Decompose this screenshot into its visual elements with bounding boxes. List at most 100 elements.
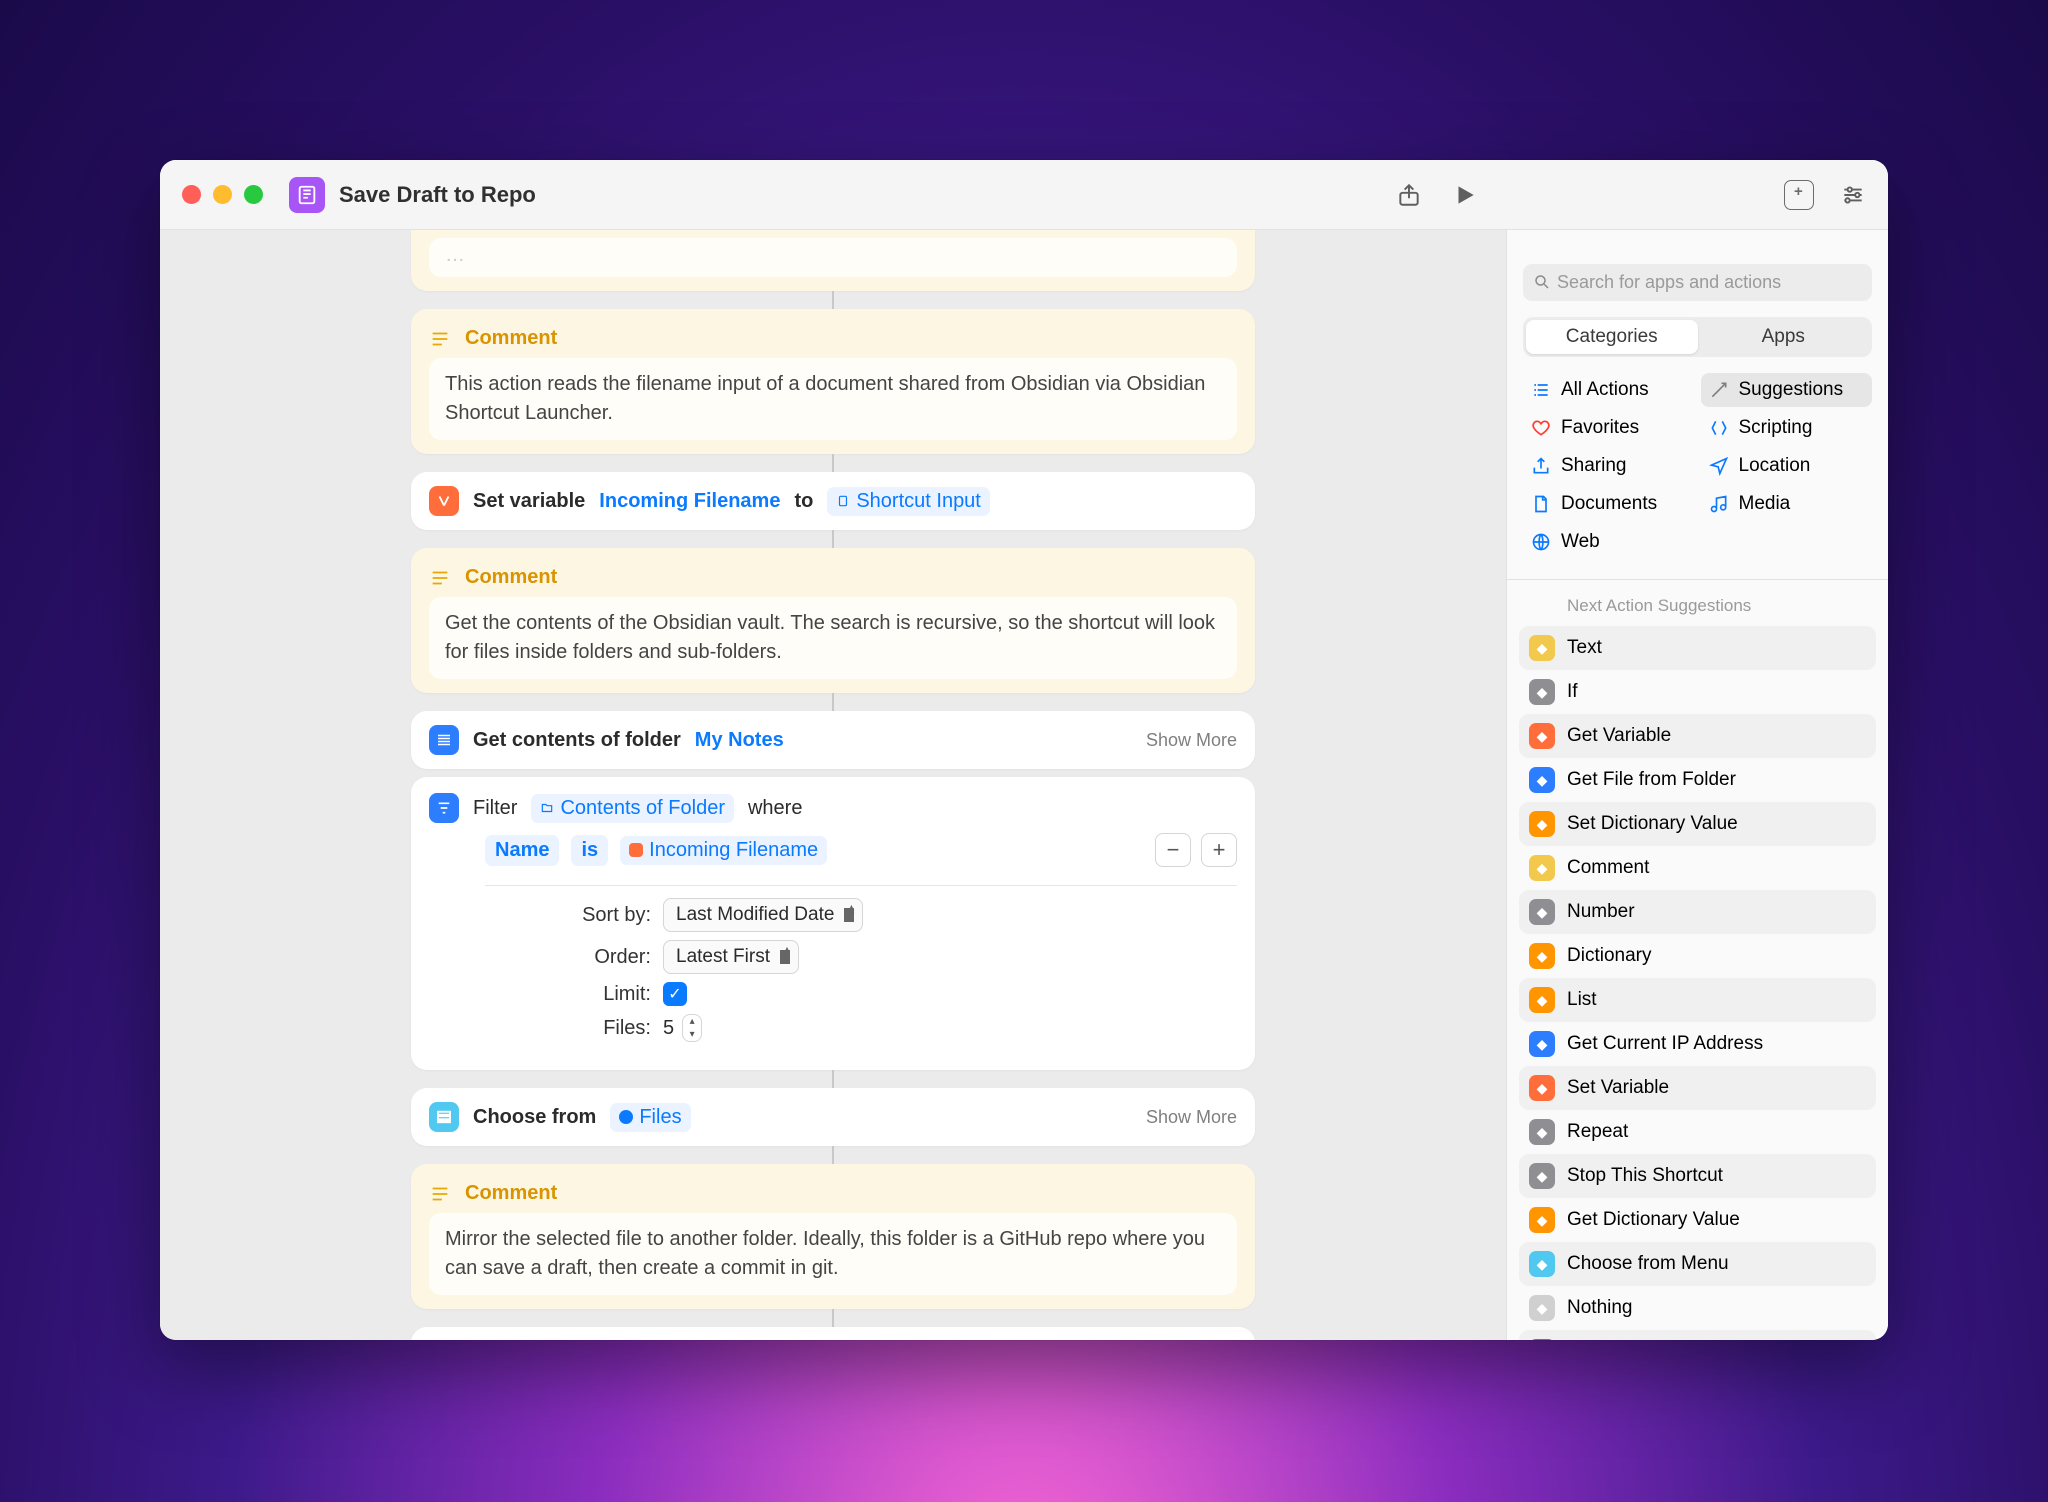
- action-icon: ◆: [1529, 1119, 1555, 1145]
- suggestion-list[interactable]: ◆List: [1519, 978, 1876, 1022]
- category-location[interactable]: Location: [1701, 449, 1873, 483]
- folder-token-icon: [540, 801, 554, 815]
- limit-label: Limit:: [485, 983, 651, 1006]
- suggestion-set-dictionary-value[interactable]: ◆Set Dictionary Value: [1519, 802, 1876, 846]
- show-more-button[interactable]: Show More: [1146, 1107, 1237, 1128]
- limit-checkbox[interactable]: ✓: [663, 982, 687, 1006]
- comment-card[interactable]: Comment Mirror the selected file to anot…: [411, 1164, 1255, 1309]
- action-label: Set variable: [473, 490, 585, 513]
- search-input[interactable]: [1523, 264, 1872, 301]
- library-icon[interactable]: [1784, 180, 1814, 210]
- suggestion-number[interactable]: ◆Number: [1519, 890, 1876, 934]
- suggestion-nothing[interactable]: ◆Nothing: [1519, 1286, 1876, 1330]
- settings-sliders-icon[interactable]: [1840, 182, 1866, 208]
- comment-icon: [429, 328, 451, 350]
- suggestion-if[interactable]: ◆If: [1519, 670, 1876, 714]
- suggestion-get-dictionary-value[interactable]: ◆Get Dictionary Value: [1519, 1198, 1876, 1242]
- variable-name-token[interactable]: Incoming Filename: [599, 490, 780, 513]
- add-criteria-button[interactable]: +: [1201, 833, 1237, 867]
- action-icon: ◆: [1529, 943, 1555, 969]
- action-icon: ◆: [1529, 855, 1555, 881]
- files-token[interactable]: Files: [610, 1103, 690, 1132]
- action-icon: ◆: [1529, 1163, 1555, 1189]
- share-icon[interactable]: [1396, 182, 1422, 208]
- comment-label: Comment: [465, 327, 557, 350]
- show-more-button[interactable]: Show More: [1146, 730, 1237, 751]
- shortcut-title[interactable]: Save Draft to Repo: [339, 182, 536, 208]
- shortcut-app-icon: [289, 177, 325, 213]
- segment-apps[interactable]: Apps: [1698, 320, 1870, 354]
- suggestion-text[interactable]: ◆Text: [1519, 626, 1876, 670]
- category-favorites[interactable]: Favorites: [1523, 411, 1695, 445]
- action-icon: ◆: [1529, 1251, 1555, 1277]
- input-icon: [836, 494, 850, 508]
- suggestion-comment[interactable]: ◆Comment: [1519, 846, 1876, 890]
- sortby-select[interactable]: Last Modified Date▴▾: [663, 898, 863, 932]
- comment-card[interactable]: Comment This action reads the filename i…: [411, 309, 1255, 454]
- filter-target-token[interactable]: Contents of Folder: [531, 794, 734, 823]
- category-sharing[interactable]: Sharing: [1523, 449, 1695, 483]
- category-all-actions[interactable]: All Actions: [1523, 373, 1695, 407]
- action-label: Get contents of folder: [473, 729, 681, 752]
- comment-text[interactable]: This action reads the filename input of …: [429, 358, 1237, 440]
- suggestion-choose-from-menu[interactable]: ◆Choose from Menu: [1519, 1242, 1876, 1286]
- comment-text[interactable]: Get the contents of the Obsidian vault. …: [429, 597, 1237, 679]
- action-icon: ◆: [1529, 723, 1555, 749]
- minimize-button[interactable]: [213, 185, 232, 204]
- action-icon: ◆: [1529, 1031, 1555, 1057]
- category-web[interactable]: Web: [1523, 525, 1695, 559]
- comment-card[interactable]: Comment Get the contents of the Obsidian…: [411, 548, 1255, 693]
- filter-files-action[interactable]: Filter Contents of Folder where Name is …: [411, 777, 1255, 1070]
- comment-card-truncated[interactable]: …: [411, 230, 1255, 291]
- suggestion-repeat[interactable]: ◆Repeat: [1519, 1110, 1876, 1154]
- save-file-action[interactable]: Save Chosen Item to Show More: [411, 1327, 1255, 1340]
- filter-field[interactable]: Name: [485, 835, 559, 866]
- divider: [1507, 579, 1888, 580]
- run-icon[interactable]: [1452, 182, 1478, 208]
- folder-token[interactable]: My Notes: [695, 729, 784, 752]
- remove-criteria-button[interactable]: −: [1155, 833, 1191, 867]
- comment-label: Comment: [465, 566, 557, 589]
- heart-icon: [1531, 418, 1551, 438]
- get-folder-contents-action[interactable]: Get contents of folder My Notes Show Mor…: [411, 711, 1255, 769]
- choose-from-list-action[interactable]: Choose from Files Show More: [411, 1088, 1255, 1146]
- doc-icon: [1531, 494, 1551, 514]
- files-stepper[interactable]: ▴▾: [682, 1014, 702, 1042]
- suggestion-set-variable[interactable]: ◆Set Variable: [1519, 1066, 1876, 1110]
- zoom-button[interactable]: [244, 185, 263, 204]
- files-label: Files:: [485, 1017, 651, 1040]
- order-select[interactable]: Latest First▴▾: [663, 940, 799, 974]
- workflow-canvas[interactable]: … Comment This action reads the filename…: [160, 230, 1506, 1340]
- segment-categories[interactable]: Categories: [1526, 320, 1698, 354]
- globe-icon: [1531, 532, 1551, 552]
- suggestion-dictionary[interactable]: ◆Dictionary: [1519, 934, 1876, 978]
- files-value[interactable]: 5: [663, 1017, 674, 1040]
- comment-text[interactable]: Mirror the selected file to another fold…: [429, 1213, 1237, 1295]
- suggestions-list: ◆Text◆If◆Get Variable◆Get File from Fold…: [1507, 626, 1888, 1340]
- titlebar: Save Draft to Repo: [160, 160, 1888, 230]
- filter-criteria-row[interactable]: Name is Incoming Filename − +: [485, 833, 1237, 886]
- filter-operator[interactable]: is: [571, 835, 608, 866]
- suggestion-get-current-ip-address[interactable]: ◆Get Current IP Address: [1519, 1022, 1876, 1066]
- category-scripting[interactable]: Scripting: [1701, 411, 1873, 445]
- suggestion-get-variable[interactable]: ◆Get Variable: [1519, 714, 1876, 758]
- set-variable-action[interactable]: Set variable Incoming Filename to Shortc…: [411, 472, 1255, 530]
- filter-value-token[interactable]: Incoming Filename: [620, 836, 827, 865]
- shortcut-input-token[interactable]: Shortcut Input: [827, 487, 990, 516]
- action-icon: ◆: [1529, 1295, 1555, 1321]
- category-documents[interactable]: Documents: [1523, 487, 1695, 521]
- order-label: Order:: [485, 946, 651, 969]
- action-label: Choose from: [473, 1106, 596, 1129]
- suggestion-get-file-from-folder[interactable]: ◆Get File from Folder: [1519, 758, 1876, 802]
- action-icon: ◆: [1529, 679, 1555, 705]
- nav-icon: [1709, 456, 1729, 476]
- category-suggestions[interactable]: Suggestions: [1701, 373, 1873, 407]
- close-button[interactable]: [182, 185, 201, 204]
- toolbar-actions: [1396, 182, 1478, 208]
- comment-icon: [429, 567, 451, 589]
- variable-icon: [629, 843, 643, 857]
- category-media[interactable]: Media: [1701, 487, 1873, 521]
- suggestion-create-folder[interactable]: ◆Create Folder: [1519, 1330, 1876, 1340]
- connector: [832, 454, 834, 472]
- suggestion-stop-this-shortcut[interactable]: ◆Stop This Shortcut: [1519, 1154, 1876, 1198]
